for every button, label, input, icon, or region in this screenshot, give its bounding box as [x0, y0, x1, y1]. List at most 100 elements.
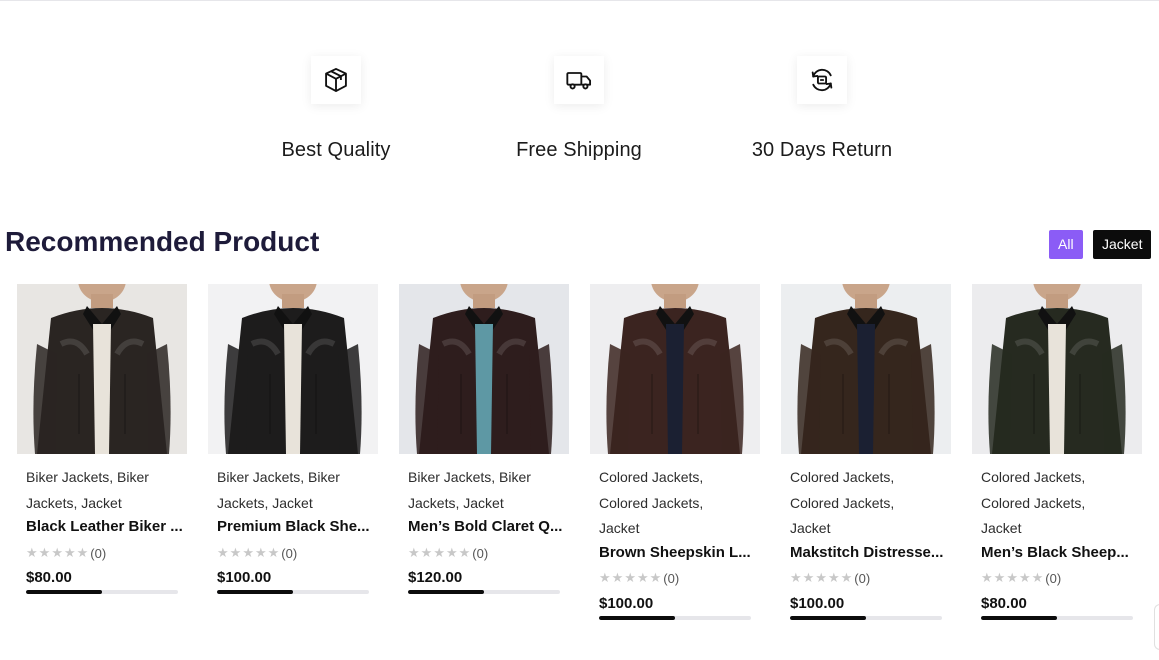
- star-icon: ★: [1031, 571, 1044, 586]
- product-name[interactable]: Men’s Bold Claret Q...: [408, 517, 566, 537]
- star-icon: ★: [408, 545, 420, 561]
- product-image[interactable]: [17, 284, 187, 454]
- product-info: Biker Jackets, Biker Jackets, Jacket Prem…: [208, 465, 378, 594]
- rating-stars: ★ ★ ★ ★ ★: [26, 547, 88, 560]
- side-edge-tab[interactable]: [1154, 604, 1159, 650]
- star-icon: ★: [993, 571, 1006, 586]
- star-icon: ★: [433, 545, 445, 561]
- feature-label: Best Quality: [281, 139, 391, 161]
- star-icon: ★: [599, 571, 611, 586]
- product-category[interactable]: Colored Jackets,: [981, 465, 1133, 491]
- star-icon: ★: [217, 545, 229, 561]
- product-category[interactable]: Biker Jackets, Biker: [408, 465, 560, 491]
- product-rating: ★ ★ ★ ★ ★ (0): [790, 571, 942, 587]
- product-price: $100.00: [217, 569, 272, 586]
- star-icon: ★: [636, 571, 649, 586]
- return-icon: [811, 68, 833, 92]
- star-icon: ★: [1006, 571, 1018, 586]
- stock-progress-bar: [26, 590, 178, 594]
- stock-progress-fill: [790, 615, 866, 620]
- product-image[interactable]: [781, 284, 951, 454]
- product-name[interactable]: Men’s Black Sheep...: [981, 543, 1139, 563]
- box-icon-container: [311, 56, 361, 104]
- stock-progress-bar: [599, 615, 751, 620]
- product-name[interactable]: Makstitch Distresse...: [790, 543, 948, 563]
- stock-progress-bar: [217, 590, 369, 594]
- star-icon: ★: [51, 545, 63, 561]
- filter-jacket-button[interactable]: Jacket: [1093, 230, 1152, 259]
- section-title: Recommended Product: [5, 226, 320, 257]
- product-image[interactable]: [399, 284, 569, 454]
- product-rating: ★ ★ ★ ★ ★ (0): [26, 545, 178, 561]
- product-card[interactable]: Colored Jackets, Colored Jackets, Jacket M…: [972, 284, 1142, 620]
- product-category[interactable]: Jacket: [790, 516, 942, 542]
- product-category[interactable]: Colored Jackets,: [790, 491, 942, 517]
- product-card[interactable]: Colored Jackets, Colored Jackets, Jacket B…: [590, 284, 760, 620]
- product-card[interactable]: Biker Jackets, Biker Jackets, Jacket Men’…: [399, 284, 569, 594]
- jacket-photo: [781, 284, 951, 454]
- product-category[interactable]: Jacket: [981, 516, 1133, 542]
- stock-progress-fill: [981, 615, 1057, 620]
- product-rating: ★ ★ ★ ★ ★ (0): [981, 571, 1133, 587]
- product-price: $100.00: [599, 594, 654, 612]
- feature-label: Free Shipping: [516, 139, 642, 161]
- product-price: $80.00: [26, 569, 72, 586]
- product-category[interactable]: Jackets, Jacket: [408, 491, 560, 517]
- jacket-photo: [17, 284, 187, 454]
- top-divider: [0, 0, 1159, 1]
- product-card[interactable]: Biker Jackets, Biker Jackets, Jacket Prem…: [208, 284, 378, 594]
- product-category[interactable]: Jacket: [599, 516, 751, 542]
- product-name[interactable]: Black Leather Biker ...: [26, 517, 184, 537]
- product-categories: Biker Jackets, Biker Jackets, Jacket: [217, 465, 369, 516]
- return-icon-container: [797, 56, 847, 104]
- stock-progress-fill: [217, 590, 293, 594]
- product-rating: ★ ★ ★ ★ ★ (0): [599, 571, 751, 587]
- product-card[interactable]: Colored Jackets, Colored Jackets, Jacket M…: [781, 284, 951, 620]
- rating-stars: ★ ★ ★ ★ ★: [981, 572, 1043, 585]
- jacket-photo: [972, 284, 1142, 454]
- feature-free-shipping: Free Shipping: [469, 56, 689, 162]
- star-icon: ★: [624, 571, 636, 586]
- jacket-photo: [399, 284, 569, 454]
- product-category[interactable]: Colored Jackets,: [599, 465, 751, 491]
- star-icon: ★: [840, 571, 853, 586]
- product-category[interactable]: Colored Jackets,: [790, 465, 942, 491]
- product-name[interactable]: Brown Sheepskin L...: [599, 543, 757, 563]
- product-card[interactable]: Biker Jackets, Biker Jackets, Jacket Blac…: [17, 284, 187, 594]
- star-icon: ★: [267, 545, 280, 561]
- product-name[interactable]: Premium Black She...: [217, 517, 375, 537]
- product-price: $100.00: [790, 594, 845, 612]
- product-category[interactable]: Biker Jackets, Biker: [217, 465, 369, 491]
- product-categories: Colored Jackets, Colored Jackets, Jacket: [981, 465, 1133, 542]
- product-categories: Colored Jackets, Colored Jackets, Jacket: [790, 465, 942, 542]
- product-info: Biker Jackets, Biker Jackets, Jacket Men’…: [399, 465, 569, 594]
- product-category[interactable]: Jackets, Jacket: [26, 491, 178, 517]
- rating-stars: ★ ★ ★ ★ ★: [217, 547, 279, 560]
- star-icon: ★: [815, 571, 827, 586]
- product-image[interactable]: [208, 284, 378, 454]
- stock-progress-fill: [408, 590, 484, 594]
- product-category[interactable]: Colored Jackets,: [981, 491, 1133, 517]
- product-categories: Biker Jackets, Biker Jackets, Jacket: [408, 465, 560, 516]
- product-info: Colored Jackets, Colored Jackets, Jacket M…: [781, 465, 951, 620]
- product-category[interactable]: Colored Jackets,: [599, 491, 751, 517]
- product-price: $80.00: [981, 594, 1027, 612]
- feature-label: 30 Days Return: [751, 139, 893, 161]
- star-icon: ★: [229, 545, 242, 561]
- star-icon: ★: [458, 545, 471, 561]
- product-category[interactable]: Biker Jackets, Biker: [26, 465, 178, 491]
- star-icon: ★: [38, 545, 51, 561]
- filter-all-button[interactable]: All: [1049, 230, 1083, 259]
- star-icon: ★: [420, 545, 433, 561]
- rating-count: (0): [663, 571, 680, 586]
- jacket-photo: [208, 284, 378, 454]
- product-category[interactable]: Jackets, Jacket: [217, 491, 369, 517]
- jacket-photo: [590, 284, 760, 454]
- rating-count: (0): [472, 545, 489, 561]
- product-image[interactable]: [972, 284, 1142, 454]
- star-icon: ★: [649, 571, 662, 586]
- product-rating: ★ ★ ★ ★ ★ (0): [408, 545, 560, 561]
- product-image[interactable]: [590, 284, 760, 454]
- feature-best-quality: Best Quality: [226, 56, 446, 162]
- star-icon: ★: [802, 571, 815, 586]
